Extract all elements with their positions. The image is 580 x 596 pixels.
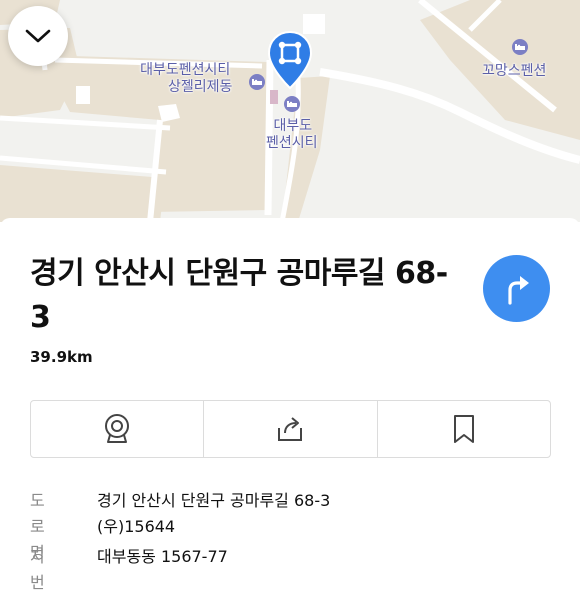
map-label-pension-city-sangjelije[interactable]: 대부도펜션시티 상젤리제동: [138, 62, 232, 96]
distance-label: 39.9km: [30, 348, 93, 366]
map-label-ggomang[interactable]: 꼬망스펜션: [482, 63, 546, 80]
action-bar: [30, 400, 551, 458]
lodging-icon[interactable]: [512, 39, 528, 55]
place-detail-sheet: 경기 안산시 단원구 공마루길 68-3 39.9km 도로명 경기 안산시 단…: [0, 218, 580, 592]
lot-address-value[interactable]: 대부동동 1567-77: [97, 544, 228, 570]
roadview-camera-icon: [105, 414, 130, 443]
lot-address-label: 지번: [30, 547, 45, 592]
road-address-value[interactable]: 경기 안산시 단원구 공마루길 68-3: [97, 488, 330, 514]
roadview-button[interactable]: [31, 401, 203, 457]
map-view[interactable]: 대부도펜션시티 상젤리제동 대부도 펜션시티 꼬망스펜션: [0, 0, 580, 222]
map-label-pension-city[interactable]: 대부도 펜션시티: [266, 118, 318, 152]
place-title: 경기 안산시 단원구 공마루길 68-3: [30, 256, 448, 335]
share-button[interactable]: [203, 401, 376, 457]
lodging-icon[interactable]: [284, 96, 300, 112]
bookmark-icon: [453, 415, 474, 443]
lodging-icon[interactable]: [249, 74, 265, 90]
turn-right-arrow-icon: [507, 275, 529, 305]
bookmark-button[interactable]: [376, 401, 550, 457]
directions-button[interactable]: [483, 255, 550, 322]
location-pin-icon[interactable]: [266, 30, 314, 92]
collapse-button[interactable]: [8, 6, 68, 66]
chevron-down-icon: [25, 29, 51, 43]
share-icon: [278, 417, 303, 441]
postal-code-value[interactable]: (우)15644: [97, 514, 175, 540]
